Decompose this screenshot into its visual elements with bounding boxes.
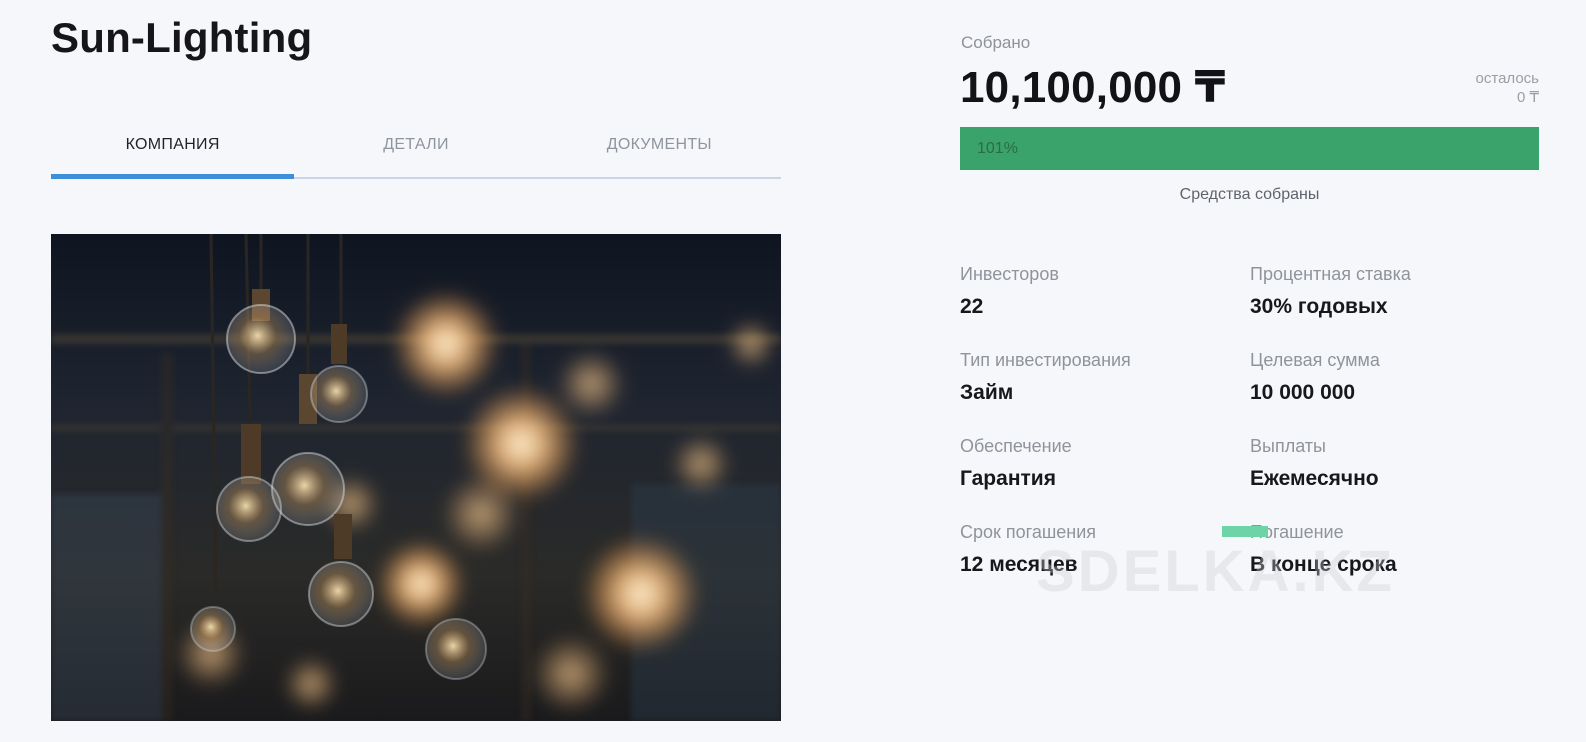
raised-label: Собрано [961, 33, 1031, 52]
stat-investors: Инвесторов 22 [960, 262, 1240, 320]
watermark-accent [1222, 526, 1268, 537]
stat-value: Гарантия [960, 467, 1056, 490]
raised-amount: 10,100,000 ₸ [960, 63, 1226, 112]
stat-label: Погашение [1250, 522, 1344, 542]
stat-label: Выплаты [1250, 436, 1326, 456]
stat-value: 22 [960, 295, 984, 318]
stat-payments: Выплаты Ежемесячно [1250, 434, 1530, 492]
tab-details[interactable]: ДЕТАЛИ [294, 118, 537, 179]
project-title: Sun-Lighting [51, 14, 313, 61]
tab-documents[interactable]: ДОКУМЕНТЫ [538, 118, 781, 179]
stat-label: Тип инвестирования [960, 350, 1131, 370]
funding-status: Средства собраны [1179, 186, 1320, 203]
stat-label: Обеспечение [960, 436, 1072, 456]
remaining-value: 0 ₸ [1516, 89, 1539, 106]
stat-collateral: Обеспечение Гарантия [960, 434, 1240, 492]
tab-company[interactable]: КОМПАНИЯ [51, 118, 295, 179]
stat-investment-type: Тип инвестирования Займ [960, 348, 1240, 406]
stat-label: Целевая сумма [1250, 350, 1380, 370]
funding-progress-text: 101% [977, 140, 1018, 157]
light-bulbs-image [51, 234, 781, 721]
remaining-block: осталось 0 ₸ [1476, 69, 1539, 107]
stat-value: 10 000 000 [1250, 381, 1356, 404]
stat-label: Процентная ставка [1250, 264, 1411, 284]
stat-value: 12 месяцев [960, 553, 1078, 576]
remaining-label: осталось [1475, 70, 1539, 87]
stat-target-amount: Целевая сумма 10 000 000 [1250, 348, 1530, 406]
stat-label: Инвесторов [960, 264, 1059, 284]
funding-progress-fill [960, 127, 1539, 170]
project-photo [51, 234, 781, 721]
stat-value: 30% годовых [1250, 295, 1388, 318]
stat-value: В конце срока [1250, 553, 1397, 576]
stat-repayment: Погашение В конце срока [1250, 520, 1530, 578]
funding-progress-bar: 101% [960, 127, 1539, 170]
stat-maturity: Срок погашения 12 месяцев [960, 520, 1240, 578]
stat-label: Срок погашения [960, 522, 1097, 542]
project-tabs: КОМПАНИЯ ДЕТАЛИ ДОКУМЕНТЫ [51, 118, 781, 179]
stat-interest-rate: Процентная ставка 30% годовых [1250, 262, 1530, 320]
stat-value: Ежемесячно [1250, 467, 1379, 490]
stat-value: Займ [960, 381, 1014, 404]
